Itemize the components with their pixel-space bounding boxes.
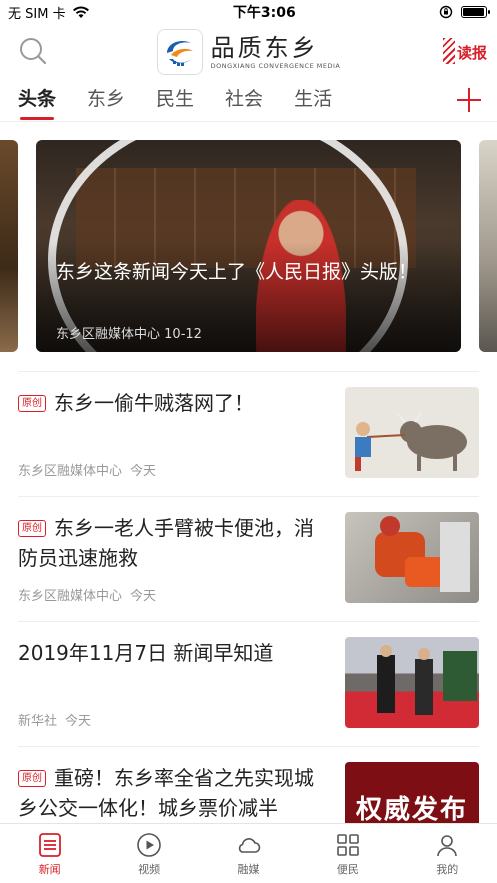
category-tabs: 头条 东乡 民生 社会 生活 <box>0 80 497 122</box>
add-channel-button[interactable] <box>457 88 481 112</box>
news-source: 东乡区融媒体中心 <box>18 589 123 604</box>
play-icon <box>137 833 161 857</box>
status-bar: 无 SIM 卡 下午3:06 <box>0 0 497 24</box>
news-title: 原创 东乡一老人手臂被卡便池，消防员迅速施救 <box>18 516 314 570</box>
nav-video[interactable]: 视频 <box>109 824 189 883</box>
battery-icon <box>461 6 490 18</box>
nav-me[interactable]: 我的 <box>407 824 487 883</box>
thumbnail-caption: 权威发布 <box>355 795 468 825</box>
tab-livelihood[interactable]: 民生 <box>156 80 194 122</box>
news-time: 今天 <box>130 464 157 479</box>
original-badge: 原创 <box>18 395 46 412</box>
news-thumbnail <box>345 512 479 603</box>
original-badge: 原创 <box>18 520 46 537</box>
news-meta: 东乡区融媒体中心 今天 <box>18 460 156 479</box>
news-list: 原创 东乡一偷牛贼落网了！ 东乡区融媒体中心 今天 原创 东乡一老人手臂被卡便池… <box>0 371 497 871</box>
nav-media[interactable]: 融媒 <box>208 824 288 883</box>
news-time: 今天 <box>65 714 92 729</box>
news-title: 原创 重磅！东乡率全省之先实现城乡公交一体化！城乡票价减半 <box>18 766 314 820</box>
search-icon <box>20 38 47 65</box>
cloud-icon <box>239 838 261 853</box>
hero-title: 东乡这条新闻今天上了《人民日报》头版！ <box>56 261 418 283</box>
newspaper-icon <box>443 38 455 64</box>
search-button[interactable] <box>16 34 50 68</box>
nav-label: 视频 <box>138 863 161 876</box>
orientation-lock-icon <box>439 5 453 19</box>
clock: 下午3:06 <box>232 5 296 21</box>
tab-society[interactable]: 社会 <box>225 80 263 122</box>
nav-label: 新闻 <box>38 863 61 876</box>
hero-meta: 东乡区融媒体中心 10-12 <box>56 323 202 342</box>
hero-card[interactable]: 东乡这条新闻今天上了《人民日报》头版！ 东乡区融媒体中心 10-12 <box>36 140 461 352</box>
brand-name: 品质东乡 <box>210 34 319 62</box>
news-source: 东乡区融媒体中心 <box>18 464 123 479</box>
app-screen: 无 SIM 卡 下午3:06 品质东乡 DONGXIANG CONVERGENC… <box>0 0 497 883</box>
brand: 品质东乡 DONGXIANG CONVERGENCE MEDIA <box>156 29 341 75</box>
grid-apps-icon <box>337 834 359 856</box>
headline-carousel[interactable]: 东乡这条新闻今天上了《人民日报》头版！ 东乡区融媒体中心 10-12 <box>0 123 497 371</box>
tab-dongxiang[interactable]: 东乡 <box>87 80 125 122</box>
list-item[interactable]: 原创 东乡一偷牛贼落网了！ 东乡区融媒体中心 今天 <box>18 371 479 496</box>
news-thumbnail <box>345 387 479 478</box>
tab-headline[interactable]: 头条 <box>18 80 56 122</box>
brand-logo-icon <box>156 29 203 75</box>
hero-date: 10-12 <box>164 327 202 342</box>
news-title: 2019年11月7日 新闻早知道 <box>18 641 274 665</box>
nav-label: 我的 <box>436 863 459 876</box>
nav-label: 融媒 <box>237 863 260 876</box>
news-meta: 新华社 今天 <box>18 710 91 729</box>
app-header: 品质东乡 DONGXIANG CONVERGENCE MEDIA 读报 <box>0 24 497 80</box>
hero-source: 东乡区融媒体中心 <box>56 327 161 342</box>
nav-services[interactable]: 便民 <box>308 824 388 883</box>
nav-label: 便民 <box>336 863 359 876</box>
original-badge: 原创 <box>18 770 46 787</box>
carrier-label: 无 SIM 卡 <box>8 6 66 22</box>
list-item[interactable]: 原创 东乡一老人手臂被卡便池，消防员迅速施救 东乡区融媒体中心 今天 <box>18 496 479 621</box>
brand-subtitle: DONGXIANG CONVERGENCE MEDIA <box>210 62 341 70</box>
news-source: 新华社 <box>18 714 58 729</box>
list-item[interactable]: 2019年11月7日 新闻早知道 新华社 今天 <box>18 621 479 746</box>
tab-life[interactable]: 生活 <box>294 80 332 122</box>
carousel-next-card[interactable] <box>479 140 497 352</box>
user-icon <box>437 835 458 857</box>
news-meta: 东乡区融媒体中心 今天 <box>18 585 156 604</box>
news-list-icon <box>38 833 61 857</box>
read-label: 读报 <box>456 44 487 62</box>
wifi-icon <box>72 6 89 18</box>
news-title: 原创 东乡一偷牛贼落网了！ <box>18 388 323 418</box>
carousel-prev-card[interactable] <box>0 140 18 352</box>
bottom-tab-bar: 新闻 视频 融媒 便民 我的 <box>0 823 497 883</box>
news-time: 今天 <box>130 589 157 604</box>
nav-news[interactable]: 新闻 <box>10 824 90 883</box>
read-newspaper-button[interactable]: 读报 <box>443 38 487 66</box>
news-thumbnail <box>345 637 479 728</box>
